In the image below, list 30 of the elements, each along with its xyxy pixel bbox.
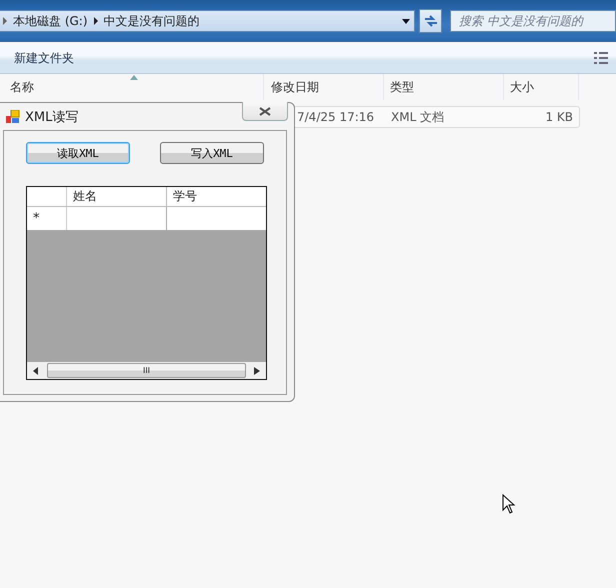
sort-arrow-icon (130, 75, 138, 80)
mouse-cursor-icon (502, 494, 515, 514)
action-button[interactable]: 读取XML (26, 142, 130, 164)
app-icon (6, 110, 20, 124)
file-type: XML 文档 (391, 108, 446, 126)
search-field[interactable]: 搜索 中文是没有问题的 (450, 10, 616, 32)
horizontal-scrollbar[interactable]: III (27, 362, 266, 379)
action-button[interactable]: 写入XML (160, 142, 264, 164)
breadcrumb-arrow-icon[interactable] (94, 17, 98, 25)
refresh-button[interactable] (419, 9, 442, 33)
new-folder-button[interactable]: 新建文件夹 (8, 48, 80, 68)
breadcrumb-item[interactable]: 中文是没有问题的 (104, 12, 200, 30)
refresh-icon (422, 13, 439, 29)
grid-column-header[interactable]: 姓名 (67, 187, 167, 206)
file-size: 1 KB (544, 110, 574, 124)
grid-column-header[interactable]: 学号 (167, 187, 266, 206)
scroll-left-icon[interactable] (33, 366, 39, 374)
column-header[interactable]: 类型 (384, 74, 504, 100)
dropdown-arrow-icon[interactable] (402, 18, 410, 24)
close-icon (259, 106, 271, 116)
scroll-thumb[interactable]: III (47, 363, 246, 378)
file-date: 7/4/25 17:16 (297, 110, 376, 124)
view-options-icon[interactable] (594, 52, 608, 64)
close-button[interactable] (242, 102, 288, 121)
column-header[interactable]: 修改日期 (264, 74, 384, 100)
column-header[interactable]: 大小 (504, 74, 579, 100)
address-bar[interactable]: 本地磁盘 (G:) 中文是没有问题的 (0, 10, 416, 32)
scroll-right-icon[interactable] (254, 366, 260, 374)
window-title: XML读写 (25, 108, 78, 126)
breadcrumb-item[interactable]: 本地磁盘 (G:) (13, 12, 88, 30)
